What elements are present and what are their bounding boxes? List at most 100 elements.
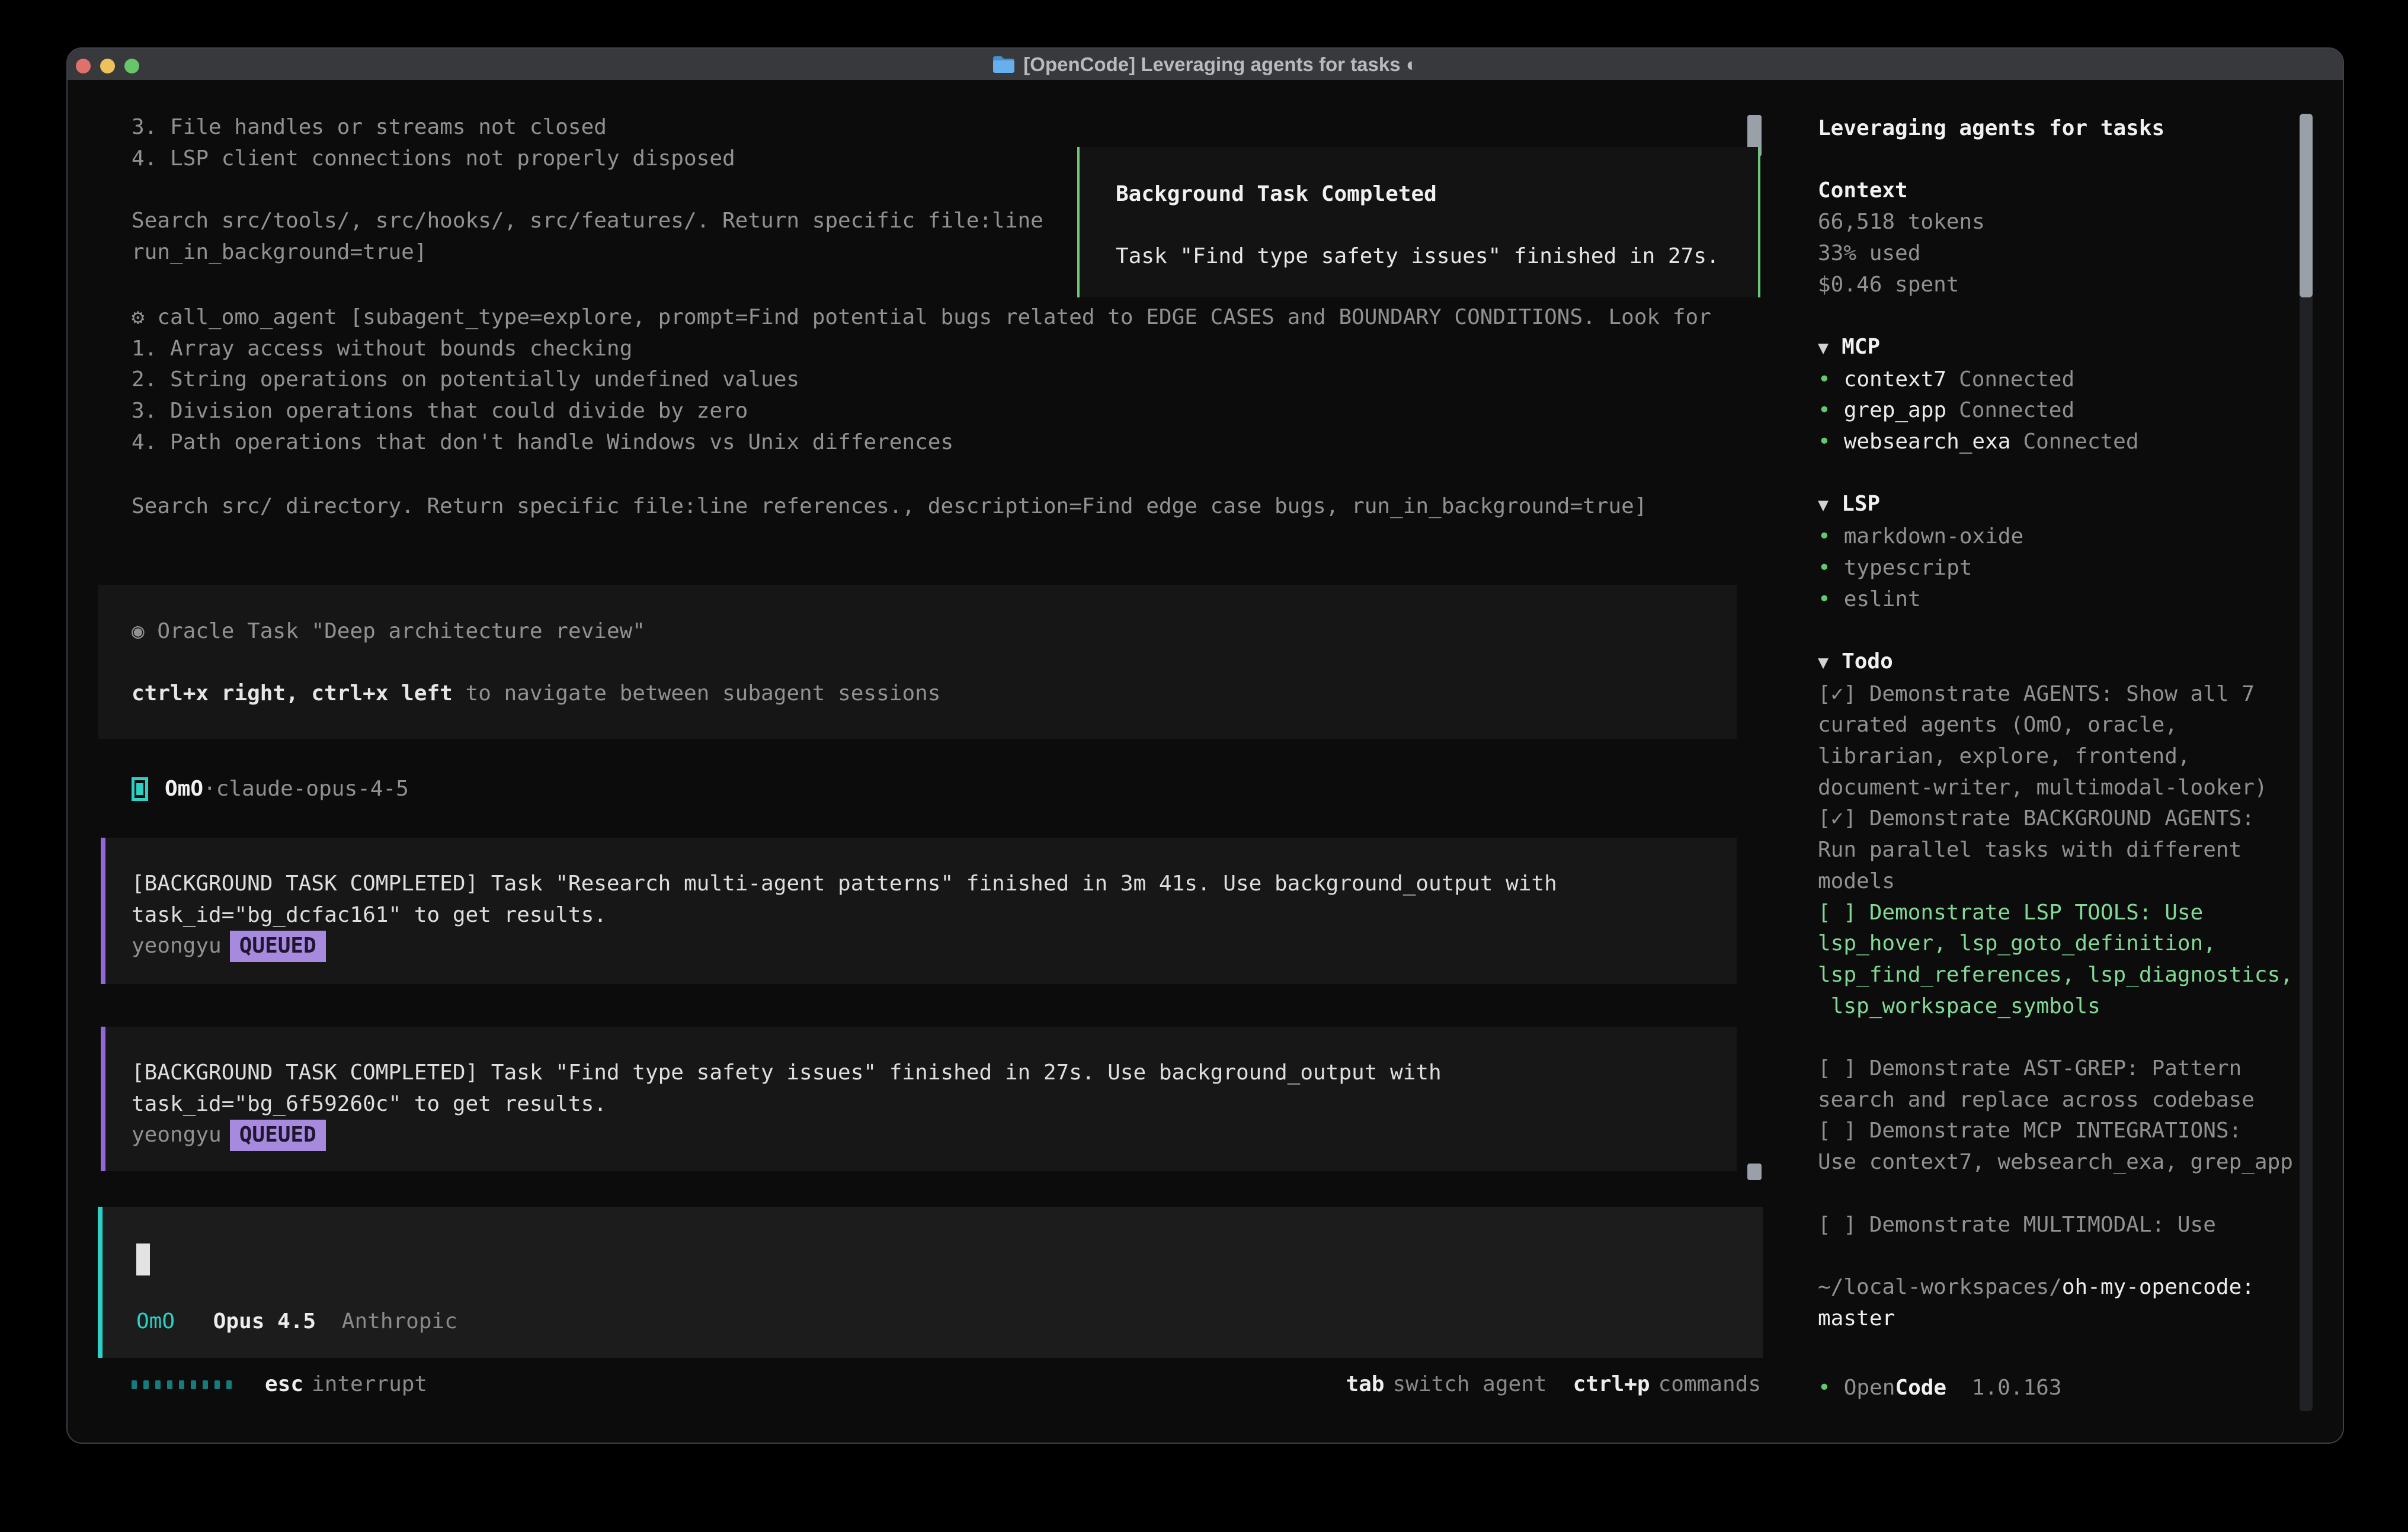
context-heading: Context [1818,175,2321,207]
tool-call-block: ⚙ call_omo_agent [subagent_type=explore,… [132,302,1767,459]
terminal-content: 3. File handles or streams not closed 4.… [68,80,2343,1443]
task-message-line2: task_id="bg_6f59260c" to get results. [132,1089,1737,1120]
task-message-line1: [BACKGROUND TASK COMPLETED] Task "Resear… [132,868,1737,900]
text-cursor [136,1243,150,1275]
commands-hint: ctrl+pcommands [1573,1369,1761,1400]
prompt-input[interactable]: OmO Opus 4.5 Anthropic [98,1207,1763,1358]
agent-header: OmO · claude-opus-4-5 [132,774,409,805]
tool-call-text: call_omo_agent [subagent_type=explore, p… [132,305,1711,454]
fisheye-icon: ◉ [132,619,145,643]
lsp-item: • eslint [1818,584,2321,616]
task-message-meta: yeongyu QUEUED [132,931,1737,962]
input-provider-name: Anthropic [342,1309,457,1334]
notification-title: Background Task Completed [1116,179,1758,210]
lsp-item-name: eslint [1844,587,1921,611]
shortcut-hint: to navigate between subagent sessions [453,681,941,706]
chevron-down-icon: ▼ [1818,338,1829,358]
todo-pending-items: [ ] Demonstrate AST-GREP: Pattern search… [1818,1053,2321,1178]
opencode-version-number [1946,1376,1959,1400]
mcp-item-name: websearch_exa [1844,430,2011,454]
log-search-line: Search src/ directory. Return specific f… [132,491,1767,523]
folder-icon [992,55,1015,73]
input-agent-name: OmO [136,1309,175,1334]
window-title: [OpenCode] Leveraging agents for tasks ◐ [1023,53,1417,76]
bullet-icon: • [1818,556,1831,580]
mcp-item-name: context7 [1844,367,1946,392]
mcp-section-header: ▼ MCP [1818,332,2321,364]
chevron-down-icon: ▼ [1818,652,1829,673]
background-task-message: [BACKGROUND TASK COMPLETED] Task "Find t… [101,1027,1737,1171]
model-line: OmO Opus 4.5 Anthropic [136,1306,457,1338]
background-task-message: [BACKGROUND TASK COMPLETED] Task "Resear… [101,838,1737,984]
session-title: Leveraging agents for tasks [1818,113,2321,145]
oracle-task-box: ◉ Oracle Task "Deep architecture review"… [98,585,1737,739]
mcp-item: • websearch_exa Connected [1818,427,2321,458]
version-number: 1.0.163 [1972,1376,2062,1400]
bullet-icon: • [1818,587,1831,611]
task-message-line2: task_id="bg_dcfac161" to get results. [132,900,1737,931]
sidebar-scrollbar[interactable] [2300,114,2313,1411]
mcp-item-name: grep_app [1844,398,1946,422]
statusbar-right: tabswitch agent ctrl+pcommands [1346,1369,1761,1400]
chevron-down-icon: ▼ [1818,495,1829,515]
mcp-item: • context7 Connected [1818,364,2321,396]
task-message-meta: yeongyu QUEUED [132,1120,1737,1151]
context-spent: $0.46 spent [1818,270,2321,301]
bullet-icon: • [1818,430,1831,454]
agent-name: OmO [165,774,203,805]
esc-key-label: interrupt [312,1369,427,1400]
task-user: yeongyu [132,934,222,958]
todo-active-item: [ ] Demonstrate LSP TOOLS: Use lsp_hover… [1818,898,2321,1023]
agent-square-icon [132,777,148,801]
context-tokens: 66,518 tokens [1818,207,2321,238]
todo-pending-item: [ ] Demonstrate MULTIMODAL: Use [1818,1210,2321,1241]
bullet-icon: • [1818,1376,1831,1400]
workspace-branch: master [1818,1303,2321,1335]
opencode-name-bold: Code [1895,1376,1946,1400]
lsp-item: •markdown-oxide [1818,521,2321,553]
main-scrollbar-thumb[interactable] [1747,1164,1762,1180]
spinner-dots [132,1380,232,1389]
oracle-task-label: Oracle Task "Deep architecture review" [145,619,645,643]
maximize-button[interactable] [124,59,139,73]
statusbar-left: esc interrupt [132,1369,427,1400]
notification-body: Task "Find type safety issues" finished … [1116,241,1758,273]
terminal-window: [OpenCode] Leveraging agents for tasks ◐… [66,47,2344,1444]
queued-badge: QUEUED [230,1120,326,1151]
workspace-path: ~/local-workspaces/oh-my-opencode: [1818,1272,2321,1303]
subagent-nav-hint: ctrl+x right, ctrl+x left to navigate be… [132,678,1737,710]
lsp-section-header: ▼LSP [1818,489,2321,521]
agent-separator: · [203,774,216,805]
todo-heading: Todo [1842,649,1893,674]
sidebar-scrollbar-thumb[interactable] [2300,114,2313,297]
titlebar: [OpenCode] Leveraging agents for tasks ◐ [68,49,2343,80]
oracle-task-line: ◉ Oracle Task "Deep architecture review" [132,616,1737,648]
sidebar: Leveraging agents for tasks Context 66,5… [1818,113,2321,1404]
close-button[interactable] [76,59,91,73]
gear-icon: ⚙ [132,305,145,329]
context-used: 33% used [1818,238,2321,270]
mcp-item-status: Connected [2023,430,2138,454]
lsp-item: • typescript [1818,553,2321,584]
task-user: yeongyu [132,1123,222,1147]
lsp-item-name: typescript [1844,556,1972,580]
workspace-path-prefix: ~/local-workspaces/ [1818,1275,2062,1299]
input-model-name: Opus 4.5 [213,1309,316,1334]
workspace-repo: oh-my-opencode: [2062,1275,2255,1299]
opencode-version: •OpenCode 1.0.163 [1818,1373,2321,1404]
mcp-heading: MCP [1842,335,1880,359]
todo-completed-items: [✓] Demonstrate AGENTS: Show all 7 curat… [1818,679,2321,898]
agent-model: claude-opus-4-5 [216,774,409,805]
queued-badge: QUEUED [230,931,326,962]
bullet-icon: • [1818,524,1831,549]
minimize-button[interactable] [100,59,115,73]
task-message-line1: [BACKGROUND TASK COMPLETED] Task "Find t… [132,1057,1737,1089]
mcp-item-status: Connected [1959,398,2074,422]
todo-section-header: ▼ Todo [1818,646,2321,679]
bullet-icon: • [1818,398,1831,422]
mcp-item-status: Connected [1959,367,2074,392]
esc-key-hint: esc [265,1369,303,1400]
bullet-icon: • [1818,367,1831,392]
tab-hint: tabswitch agent [1346,1369,1546,1400]
notification-popup: Background Task Completed Task "Find typ… [1077,147,1760,297]
